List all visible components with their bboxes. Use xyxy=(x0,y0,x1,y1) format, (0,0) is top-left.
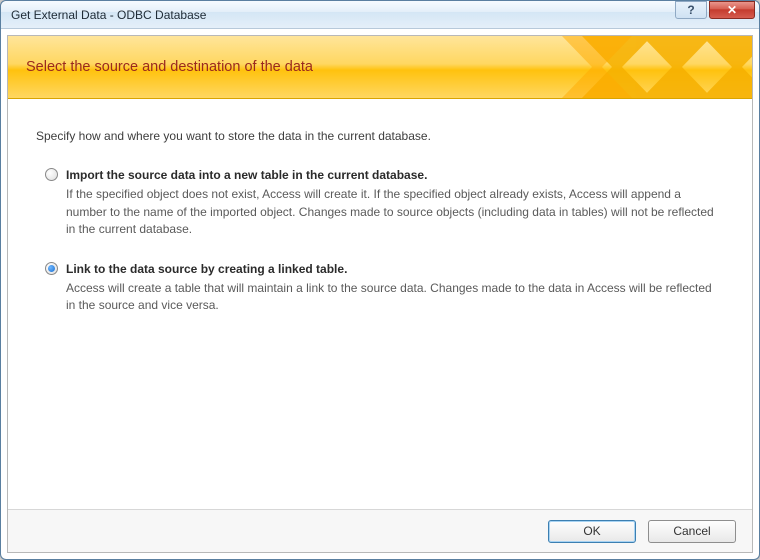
banner-arrows-icon xyxy=(492,36,752,98)
help-button[interactable]: ? xyxy=(675,1,707,19)
cancel-button-label: Cancel xyxy=(673,524,710,538)
option-link-desc: Access will create a table that will mai… xyxy=(66,280,724,315)
help-icon: ? xyxy=(687,3,694,17)
intro-text: Specify how and where you want to store … xyxy=(36,129,724,143)
wizard-banner: Select the source and destination of the… xyxy=(8,36,752,99)
ok-button[interactable]: OK xyxy=(548,520,636,543)
wizard-footer: OK Cancel xyxy=(8,509,752,552)
titlebar[interactable]: Get External Data - ODBC Database ? ✕ xyxy=(1,1,759,29)
ok-button-label: OK xyxy=(583,524,600,538)
window-title: Get External Data - ODBC Database xyxy=(11,8,675,22)
option-import-desc: If the specified object does not exist, … xyxy=(66,186,724,238)
option-import-title: Import the source data into a new table … xyxy=(66,167,724,184)
wizard-body: Specify how and where you want to store … xyxy=(8,99,752,509)
wizard-heading: Select the source and destination of the… xyxy=(26,59,313,75)
option-link-title: Link to the data source by creating a li… xyxy=(66,261,724,278)
close-icon: ✕ xyxy=(727,3,737,17)
radio-link[interactable] xyxy=(45,262,58,275)
client-area: Select the source and destination of the… xyxy=(7,35,753,553)
radio-import[interactable] xyxy=(45,168,58,181)
cancel-button[interactable]: Cancel xyxy=(648,520,736,543)
window-buttons: ? ✕ xyxy=(675,1,755,29)
option-import: Import the source data into a new table … xyxy=(36,167,724,239)
dialog-window: Get External Data - ODBC Database ? ✕ Se… xyxy=(0,0,760,560)
option-link: Link to the data source by creating a li… xyxy=(36,261,724,315)
close-button[interactable]: ✕ xyxy=(709,1,755,19)
